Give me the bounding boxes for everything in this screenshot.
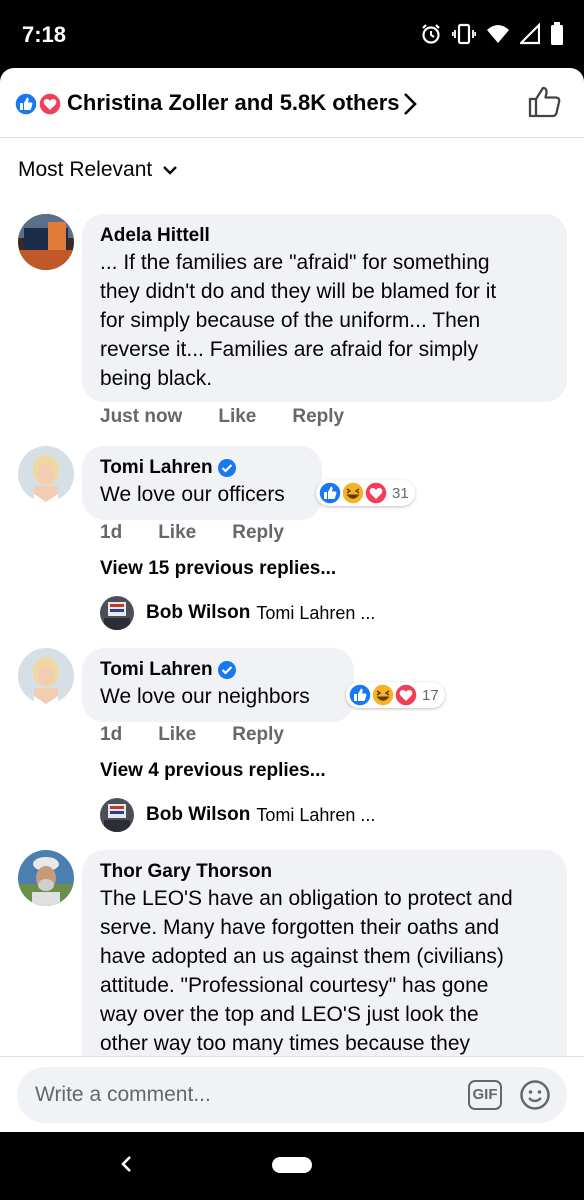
status-time: 7:18 (22, 22, 67, 47)
emoji-icon[interactable] (519, 1079, 551, 1111)
reaction-icons (348, 683, 418, 707)
reply-button[interactable]: Reply (232, 522, 284, 544)
avatar[interactable] (18, 648, 74, 704)
reaction-pill[interactable]: 17 (346, 682, 445, 708)
avatar[interactable] (18, 446, 74, 502)
like-reaction-icon (14, 92, 38, 116)
comment-input[interactable]: Write a comment... GIF (17, 1067, 567, 1123)
avatar[interactable] (18, 850, 74, 906)
comment-composer: Write a comment... GIF (0, 1056, 584, 1132)
comment-time: 1d (100, 522, 123, 543)
reply-snippet: Tomi Lahren ... (256, 602, 376, 623)
love-reaction-icon (38, 92, 62, 116)
reaction-icons (318, 481, 388, 505)
comments-sheet: Christina Zoller and 5.8K others Most Re… (0, 68, 584, 1132)
comment-author[interactable]: Tomi Lahren (100, 456, 304, 480)
wifi-icon (487, 25, 509, 43)
comment-text: The LEO'S have an obligation to protect … (100, 887, 513, 1055)
reactions-header[interactable]: Christina Zoller and 5.8K others (0, 68, 584, 138)
alarm-icon (422, 24, 440, 44)
comment-author[interactable]: Tomi Lahren (100, 658, 336, 682)
like-button[interactable]: Like (158, 724, 196, 746)
comment-actions: Just now Like Reply (100, 406, 380, 428)
reply-author: Bob Wilson (146, 602, 251, 623)
gif-button[interactable]: GIF (468, 1080, 502, 1110)
comment-bubble[interactable]: Tomi Lahren We love our officers (82, 446, 322, 520)
haha-reaction-icon (371, 683, 395, 707)
verified-badge-icon (217, 661, 236, 679)
reaction-count: 17 (422, 686, 439, 704)
comment-actions: 1d Like Reply (100, 724, 320, 746)
like-button[interactable]: Like (158, 522, 196, 544)
avatar (100, 596, 134, 630)
reply-author: Bob Wilson (146, 804, 251, 825)
comment-author[interactable]: Adela Hittell (100, 224, 549, 248)
chevron-down-icon (163, 166, 178, 175)
reaction-summary-icons (14, 92, 62, 116)
avatar (100, 798, 134, 832)
chevron-right-icon[interactable] (402, 92, 418, 116)
comment-text: ... If the families are "afraid" for som… (100, 251, 497, 390)
reaction-pill[interactable]: 31 (316, 480, 415, 506)
love-reaction-icon (364, 481, 388, 505)
like-button[interactable]: Like (218, 406, 256, 428)
comment-bubble[interactable]: Adela Hittell ... If the families are "a… (82, 214, 567, 402)
comment-author[interactable]: Thor Gary Thorson (100, 860, 549, 884)
view-previous-replies-link[interactable]: View 15 previous replies... (100, 558, 336, 580)
comment-time: Just now (100, 406, 183, 427)
reactions-summary-text[interactable]: Christina Zoller and 5.8K others (67, 90, 400, 116)
signal-icon (520, 23, 540, 45)
avatar[interactable] (18, 214, 74, 270)
latest-reply-preview[interactable]: Bob Wilson Tomi Lahren ... (100, 798, 375, 832)
comment-time: 1d (100, 724, 123, 745)
back-icon[interactable] (118, 1152, 134, 1176)
haha-reaction-icon (341, 481, 365, 505)
latest-reply-preview[interactable]: Bob Wilson Tomi Lahren ... (100, 596, 375, 630)
comment-placeholder: Write a comment... (35, 1083, 211, 1106)
verified-badge-icon (217, 459, 236, 477)
comment-actions: 1d Like Reply (100, 522, 320, 544)
sort-dropdown[interactable]: Most Relevant (18, 158, 178, 182)
comment-bubble[interactable]: Thor Gary Thorson The LEO'S have an obli… (82, 850, 567, 1090)
battery-icon (551, 22, 563, 45)
status-bar: 7:18 (0, 0, 584, 70)
comment-text: We love our neighbors (100, 685, 310, 708)
comment-text: We love our officers (100, 483, 285, 506)
sort-label: Most Relevant (18, 158, 153, 181)
like-outline-icon[interactable] (528, 86, 562, 118)
like-reaction-icon (348, 683, 372, 707)
view-previous-replies-link[interactable]: View 4 previous replies... (100, 760, 326, 782)
comment-bubble[interactable]: Tomi Lahren We love our neighbors (82, 648, 354, 722)
like-reaction-icon (318, 481, 342, 505)
system-nav-bar (0, 1132, 584, 1200)
love-reaction-icon (394, 683, 418, 707)
vibrate-icon (452, 23, 476, 45)
status-icons (420, 22, 564, 46)
reply-button[interactable]: Reply (292, 406, 344, 428)
home-pill[interactable] (272, 1157, 312, 1173)
reaction-count: 31 (392, 484, 409, 502)
reply-button[interactable]: Reply (232, 724, 284, 746)
reply-snippet: Tomi Lahren ... (256, 804, 376, 825)
